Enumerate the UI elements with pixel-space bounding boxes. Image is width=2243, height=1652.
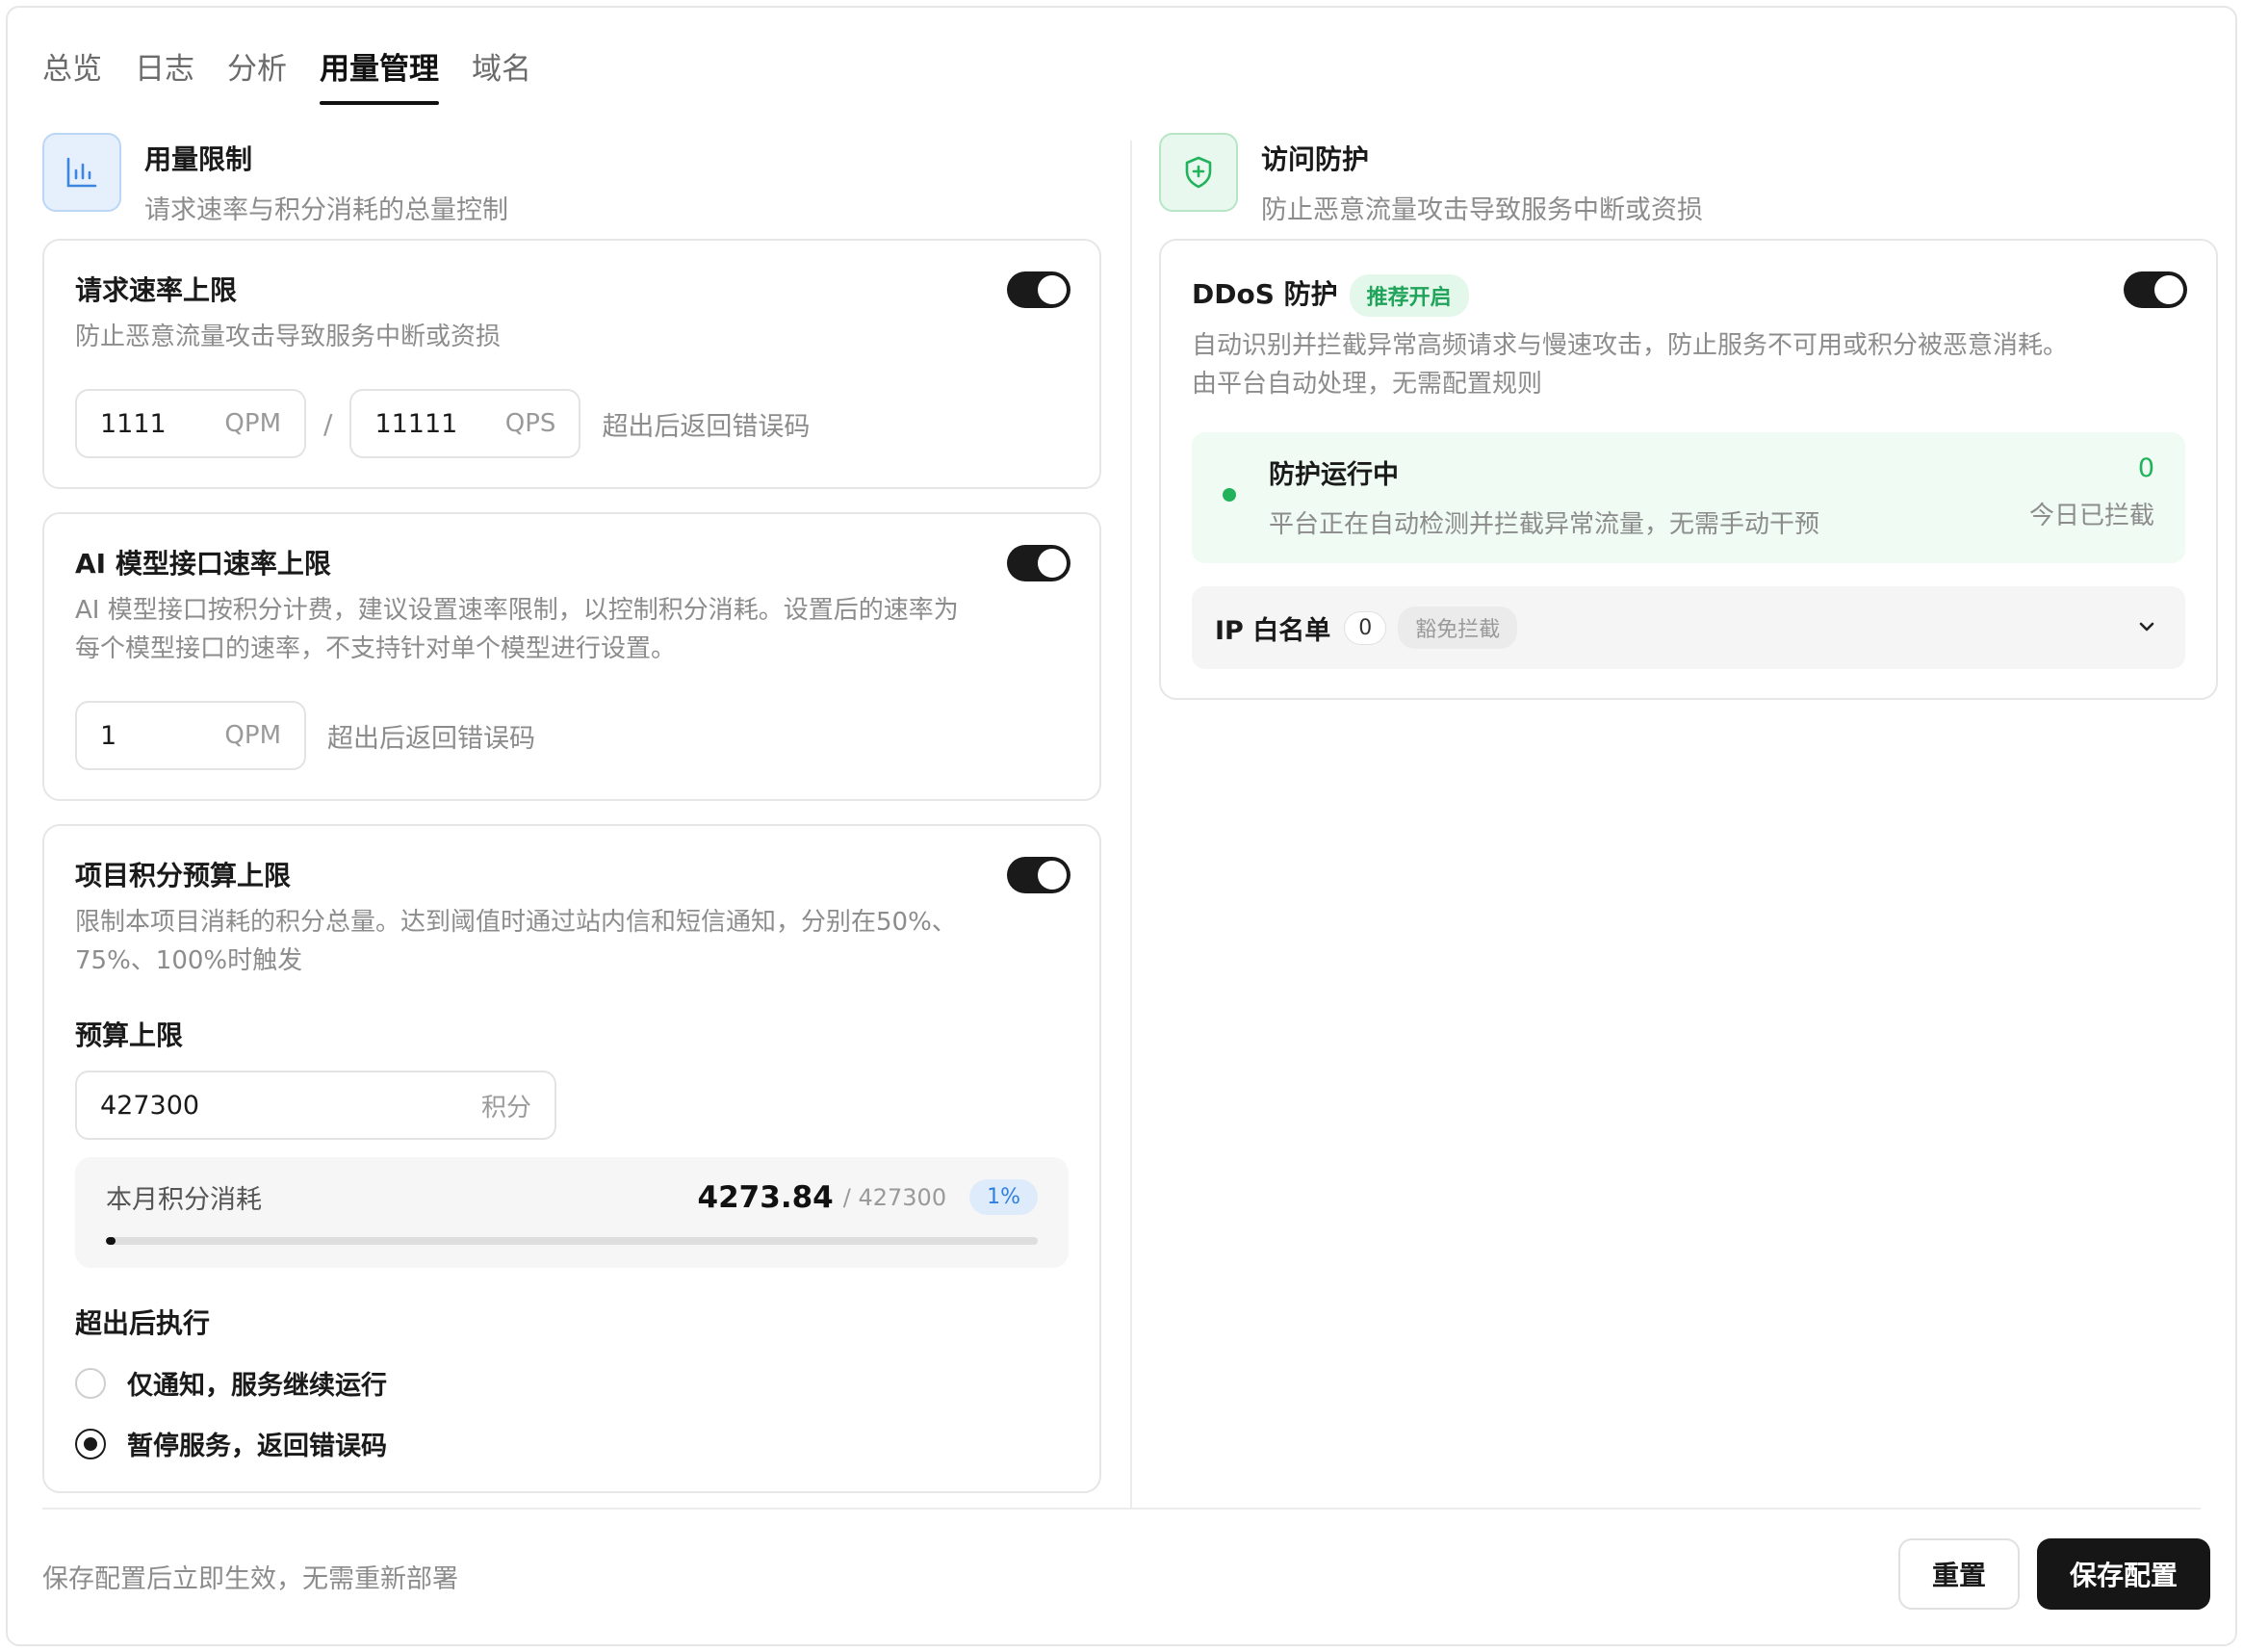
monthly-usage-panel: 本月积分消耗 4273.84 / 427300 1% (75, 1157, 1069, 1268)
monthly-usage-max: / 427300 (842, 1183, 947, 1211)
footer-hint: 保存配置后立即生效，无需重新部署 (42, 1564, 458, 1594)
ddos-title-row: DDoS 防护 推荐开启 (1192, 273, 2185, 317)
radio-notify-only[interactable]: 仅通知，服务继续运行 (75, 1364, 1069, 1402)
request-rate-toggle[interactable] (1007, 271, 1070, 308)
tab-domains[interactable]: 域名 (472, 35, 531, 105)
budget-limit-input[interactable]: 427300 积分 (75, 1071, 556, 1140)
ai-rate-desc: AI 模型接口按积分计费，建议设置速率限制，以控制积分消耗。设置后的速率为每个模… (75, 596, 959, 663)
ai-rate-card: AI 模型接口速率上限 AI 模型接口按积分计费，建议设置速率限制，以控制积分消… (42, 512, 1101, 801)
monthly-usage-label: 本月积分消耗 (106, 1185, 262, 1215)
ai-qpm-unit: QPM (224, 721, 281, 750)
tab-logs[interactable]: 日志 (135, 35, 194, 105)
protection-status-panel: 防护运行中 平台正在自动检测并拦截异常流量，无需手动干预 0 今日已拦截 (1192, 432, 2185, 563)
budget-title: 项目积分预算上限 (75, 860, 292, 891)
monthly-usage-value: 4273.84 (697, 1179, 834, 1215)
tab-analytics[interactable]: 分析 (227, 35, 287, 105)
rate-separator: / (323, 407, 333, 440)
app-window: 总览 日志 分析 用量管理 域名 用量限制 请求速率与积分消耗的总量控制 请求速… (6, 6, 2237, 1646)
ai-rate-hint: 超出后返回错误码 (327, 723, 535, 754)
qpm-unit: QPM (224, 409, 281, 438)
column-divider (1130, 141, 1132, 1508)
qpm-input[interactable]: 1111 QPM (75, 389, 306, 458)
request-rate-hint: 超出后返回错误码 (602, 411, 811, 442)
budget-card: 项目积分预算上限 限制本项目消耗的积分总量。达到阈值时通过站内信和短信通知，分别… (42, 824, 1101, 1493)
exempt-tag: 豁免拦截 (1398, 607, 1518, 649)
usage-limits-header: 用量限制 请求速率与积分消耗的总量控制 (42, 133, 1101, 229)
blocked-today-label: 今日已拦截 (2028, 502, 2154, 530)
ddos-card: DDoS 防护 推荐开启 自动识别并拦截异常高频请求与慢速攻击，防止服务不可用或积… (1159, 239, 2218, 700)
qps-value: 11111 (374, 408, 458, 439)
protection-status-title: 防护运行中 (1269, 460, 1399, 490)
qps-unit: QPS (504, 409, 556, 438)
reset-button[interactable]: 重置 (1898, 1538, 2020, 1610)
tab-overview[interactable]: 总览 (42, 35, 102, 105)
over-limit-action-label: 超出后执行 (75, 1307, 211, 1339)
save-config-button[interactable]: 保存配置 (2037, 1538, 2210, 1610)
ddos-title: DDoS 防护 (1192, 278, 1338, 310)
ai-rate-title: AI 模型接口速率上限 (75, 548, 331, 580)
shield-plus-icon (1159, 133, 1238, 212)
recommended-badge: 推荐开启 (1349, 274, 1469, 317)
request-rate-desc: 防止恶意流量攻击导致服务中断或资损 (75, 323, 502, 351)
chevron-down-icon[interactable] (2133, 613, 2160, 644)
access-protection-header: 访问防护 防止恶意流量攻击导致服务中断或资损 (1159, 133, 2218, 229)
ai-rate-inputs: 1 QPM 超出后返回错误码 (75, 701, 1069, 770)
budget-limit-label: 预算上限 (75, 1020, 184, 1051)
access-protection-subtitle: 防止恶意流量攻击导致服务中断或资损 (1261, 195, 1703, 225)
usage-limits-title: 用量限制 (144, 143, 253, 175)
request-rate-title: 请求速率上限 (75, 274, 238, 306)
radio-notify-only-label: 仅通知，服务继续运行 (127, 1371, 387, 1401)
budget-toggle[interactable] (1007, 857, 1070, 893)
request-rate-inputs: 1111 QPM / 11111 QPS 超出后返回错误码 (75, 389, 1069, 458)
tab-usage-management[interactable]: 用量管理 (320, 35, 439, 105)
usage-limits-subtitle: 请求速率与积分消耗的总量控制 (144, 195, 508, 225)
blocked-today-count: 0 (2137, 453, 2154, 483)
ddos-desc: 自动识别并拦截异常高频请求与慢速攻击，防止服务不可用或积分被恶意消耗。由平台自动… (1192, 331, 2069, 399)
budget-desc: 限制本项目消耗的积分总量。达到阈值时通过站内信和短信通知，分别在50%、75%、… (75, 908, 957, 975)
ddos-toggle[interactable] (2124, 271, 2187, 308)
tab-bar: 总览 日志 分析 用量管理 域名 (42, 35, 531, 105)
ai-qpm-input[interactable]: 1 QPM (75, 701, 306, 770)
request-rate-card: 请求速率上限 防止恶意流量攻击导致服务中断或资损 1111 QPM / 1111… (42, 239, 1101, 489)
usage-progress-fill (106, 1237, 116, 1245)
access-protection-column: 访问防护 防止恶意流量攻击导致服务中断或资损 DDoS 防护 推荐开启 自动识别并… (1159, 133, 2218, 700)
qps-input[interactable]: 11111 QPS (349, 389, 581, 458)
radio-pause-service[interactable]: 暂停服务，返回错误码 (75, 1425, 1069, 1462)
qpm-value: 1111 (100, 408, 167, 439)
budget-limit-value: 427300 (100, 1090, 200, 1121)
footer-divider (42, 1508, 2201, 1510)
status-dot-icon (1223, 488, 1236, 502)
ip-whitelist-count: 0 (1344, 610, 1387, 645)
usage-percent-badge: 1% (969, 1179, 1038, 1215)
ip-whitelist-toggle[interactable]: IP 白名单 0 豁免拦截 (1192, 586, 2185, 669)
usage-progress-bar (106, 1237, 1038, 1245)
radio-pause-service-circle[interactable] (75, 1428, 106, 1459)
ai-rate-toggle[interactable] (1007, 545, 1070, 581)
protection-status-sub: 平台正在自动检测并拦截异常流量，无需手动干预 (1269, 510, 1820, 539)
usage-limits-column: 用量限制 请求速率与积分消耗的总量控制 请求速率上限 防止恶意流量攻击导致服务中… (42, 133, 1101, 1493)
radio-notify-only-circle[interactable] (75, 1367, 106, 1399)
ip-whitelist-title: IP 白名单 (1215, 615, 1331, 646)
budget-limit-unit: 积分 (480, 1093, 531, 1123)
access-protection-title: 访问防护 (1261, 143, 1370, 175)
bar-chart-icon (42, 133, 121, 212)
ai-qpm-value: 1 (100, 720, 117, 751)
radio-pause-service-label: 暂停服务，返回错误码 (127, 1432, 387, 1461)
